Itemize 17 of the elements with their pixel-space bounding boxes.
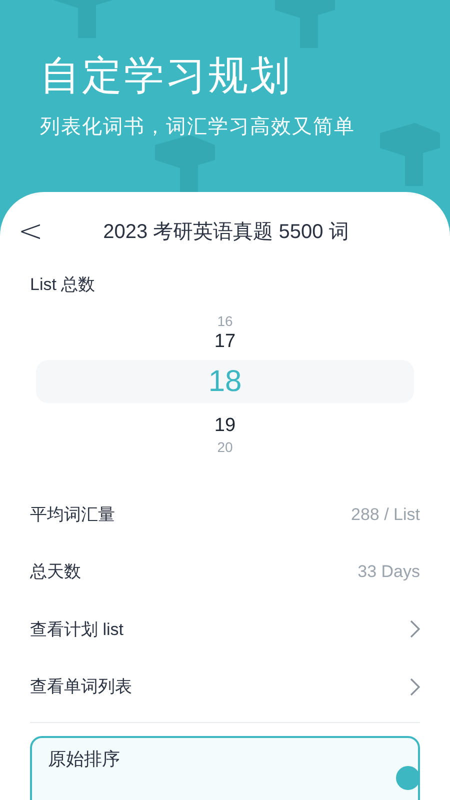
picker-option[interactable]: 17 [214, 330, 236, 354]
row-label: 总天数 [30, 561, 81, 583]
sort-option-card[interactable]: 原始排序 [30, 736, 420, 800]
row-link[interactable]: 查看计划 list [30, 616, 124, 642]
picker-option[interactable]: 19 [214, 414, 236, 438]
back-button[interactable]: < [18, 217, 42, 247]
picker-label: List 总数 [30, 274, 96, 296]
banner-title: 自定学习规划 [40, 53, 293, 100]
sort-option-title: 原始排序 [48, 748, 120, 768]
row-value: 33 Days [358, 561, 420, 583]
chevron-right-icon[interactable] [410, 620, 420, 638]
row-value: 288 / List [351, 504, 420, 526]
page-title: 2023 考研英语真题 5500 词 [102, 220, 350, 245]
banner-subtitle: 列表化词书，词汇学习高效又简单 [40, 115, 356, 140]
row-link[interactable]: 查看单词列表 [30, 674, 132, 700]
chevron-right-icon[interactable] [410, 678, 420, 696]
row-label: 平均词汇量 [30, 504, 115, 526]
